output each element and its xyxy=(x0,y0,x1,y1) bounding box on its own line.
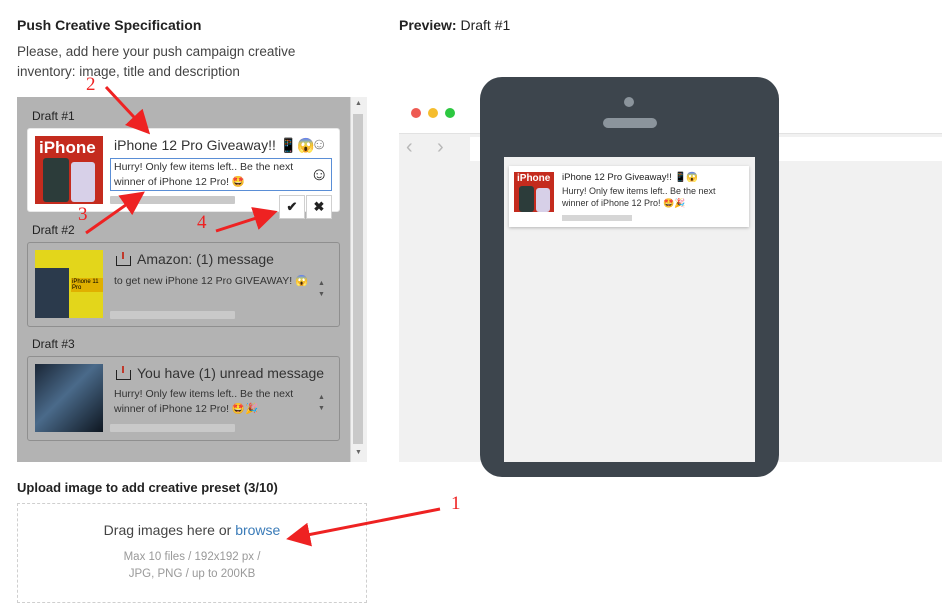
draft-2-stepper-arrows-icon[interactable]: ▲ ▼ xyxy=(318,278,325,300)
upload-hint-1: Max 10 files / 192x192 px / xyxy=(123,551,261,563)
notification-title: iPhone 12 Pro Giveaway!! 📱😱 xyxy=(562,172,699,183)
phone-camera xyxy=(624,97,634,107)
maximize-dot-icon xyxy=(445,108,455,118)
preview-title: Preview: Draft #1 xyxy=(399,17,510,33)
draft-2-image-text: iPhone 11 Pro xyxy=(71,278,103,292)
back-arrow-icon: ‹ xyxy=(406,136,413,158)
draft-2-image[interactable]: iPhone 11 Pro xyxy=(35,250,103,318)
drag-text: Drag images here or xyxy=(103,522,232,538)
minimize-dot-icon xyxy=(428,108,438,118)
notification-image: iPhone xyxy=(514,172,554,212)
annotation-2: 2 xyxy=(86,74,96,95)
draft-2-description[interactable]: to get new iPhone 12 Pro GIVEAWAY! 😱 xyxy=(114,274,309,289)
draft-2-placeholder-bar xyxy=(110,311,235,319)
draft-1-label: Draft #1 xyxy=(32,109,75,123)
notification-text: Hurry! Only few items left.. Be the next… xyxy=(562,186,716,208)
dropzone-text: Drag images here or browse xyxy=(17,522,367,538)
cancel-button[interactable]: ✖ xyxy=(306,195,332,219)
spec-description: Please, add here your push campaign crea… xyxy=(17,44,296,79)
phone-speaker xyxy=(603,118,657,128)
notification-placeholder-bar xyxy=(562,215,632,221)
preview-draft-name: Draft #1 xyxy=(460,17,511,33)
draft-3-placeholder-bar xyxy=(110,424,235,432)
draft-3-label: Draft #3 xyxy=(32,337,75,351)
preview-label: Preview: xyxy=(399,17,457,33)
draft-1-placeholder-bar xyxy=(110,196,235,204)
draft-3-image[interactable] xyxy=(35,364,103,432)
scroll-down-icon[interactable]: ▼ xyxy=(350,449,367,456)
annotation-4: 4 xyxy=(197,212,207,233)
smiley-icon[interactable]: ☺ xyxy=(311,136,327,154)
close-dot-icon xyxy=(411,108,421,118)
annotation-1: 1 xyxy=(451,493,461,514)
upload-hint-2: JPG, PNG / up to 200KB xyxy=(128,568,256,580)
forward-arrow-icon: › xyxy=(437,136,444,158)
draft-3-description[interactable]: Hurry! Only few items left.. Be the next… xyxy=(114,387,309,417)
draft-2-title[interactable]: Amazon: (1) message xyxy=(137,251,274,267)
draft-1-image[interactable]: iPhone xyxy=(35,136,103,204)
notification-image-text: iPhone xyxy=(517,173,551,184)
draft-1-image-text: iPhone xyxy=(39,138,96,157)
scroll-up-icon[interactable]: ▲ xyxy=(350,100,367,107)
draft-3-stepper-arrows-icon[interactable]: ▲ ▼ xyxy=(318,392,325,414)
emoji-picker-icon[interactable]: ☺ xyxy=(310,164,328,185)
scrollbar-thumb[interactable] xyxy=(353,114,363,444)
draft-1-description[interactable]: Hurry! Only few items left.. Be the next… xyxy=(114,160,294,190)
confirm-button[interactable]: ✔ xyxy=(279,195,305,219)
draft-2-label: Draft #2 xyxy=(32,223,75,237)
browse-link[interactable]: browse xyxy=(235,522,280,538)
draft-3-title[interactable]: You have (1) unread message xyxy=(137,365,324,381)
spec-title: Push Creative Specification xyxy=(17,17,202,33)
upload-title: Upload image to add creative preset (3/1… xyxy=(17,480,278,495)
annotation-3: 3 xyxy=(78,204,88,225)
draft-1-title[interactable]: iPhone 12 Pro Giveaway!! 📱😱 xyxy=(114,137,315,154)
